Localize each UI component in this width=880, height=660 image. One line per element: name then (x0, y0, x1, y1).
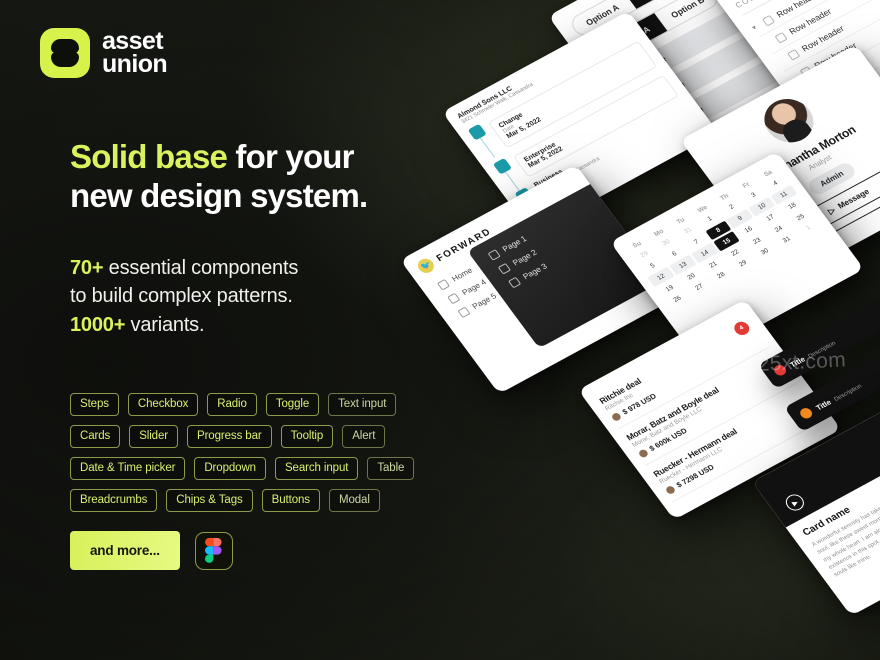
page-icon (507, 276, 522, 289)
chip-radio[interactable]: Radio (207, 393, 257, 416)
warning-icon (797, 405, 814, 420)
chip-row: Date & Time picker Dropdown Search input Ta… (70, 457, 415, 480)
chip-search-input[interactable]: Search input (274, 457, 359, 480)
stat-components: 70+ (70, 257, 104, 279)
timeline-node-icon (492, 157, 513, 175)
page-title: Solid base for your new design system. (70, 138, 430, 216)
toast-description: Description (833, 383, 864, 403)
error-icon (771, 362, 788, 377)
page-icon (447, 292, 461, 305)
avatar (637, 447, 650, 459)
stat-variants: 1000+ (70, 313, 126, 336)
chip-alert[interactable]: Alert (342, 425, 386, 448)
chip-row: Breadcrumbs Chips & Tags Buttons Modal (70, 489, 410, 512)
headline-rest: for your (227, 138, 354, 175)
chip-toggle[interactable]: Toggle (265, 393, 320, 416)
component-chip-list[interactable]: Steps Checkbox Radio Toggle Text input Cards S… (70, 393, 415, 521)
chip-breadcrumbs[interactable]: Breadcrumbs (70, 489, 158, 512)
chip-modal[interactable]: Modal (328, 489, 380, 512)
page-icon (457, 306, 471, 319)
sub-text-3: variants. (125, 313, 205, 336)
message-button-label: Message (836, 187, 872, 211)
asset-union-logo-icon (40, 28, 90, 78)
chip-row: Cards Slider Progress bar Tooltip Alert (70, 425, 410, 448)
figma-button[interactable] (194, 531, 233, 570)
chip-progress-bar[interactable]: Progress bar (187, 425, 272, 448)
chip-dropdown[interactable]: Dropdown (194, 457, 266, 480)
play-icon[interactable]: ▶ (782, 491, 808, 514)
chip-slider[interactable]: Slider (129, 425, 178, 448)
headline-accent: Solid base (70, 138, 228, 175)
chevron-down-icon[interactable]: ▾ (750, 22, 761, 32)
page-icon (487, 249, 501, 261)
sub-text-2: to build complex patterns. (70, 285, 293, 308)
figma-logo-icon (205, 538, 222, 563)
row-checkbox[interactable] (761, 14, 775, 27)
hero-panel: asset union Solid base for your new desi… (0, 0, 440, 660)
sub-text-1: essential components (103, 257, 299, 279)
chip-steps[interactable]: Steps (70, 393, 119, 416)
toast-title: Title (788, 354, 807, 370)
chip-chips-tags[interactable]: Chips & Tags (166, 489, 253, 512)
chip-cards[interactable]: Cards (70, 425, 121, 448)
row-checkbox[interactable] (786, 48, 801, 61)
avatar (610, 411, 623, 422)
chip-text-input[interactable]: Text input (328, 393, 397, 416)
toast-title: Title (814, 397, 833, 413)
cta-row: and more... (70, 531, 233, 570)
chip-table[interactable]: Table (367, 457, 415, 480)
headline-line2: new design system. (70, 176, 368, 214)
chip-checkbox[interactable]: Checkbox (127, 393, 199, 416)
row-checkbox[interactable] (774, 31, 788, 44)
avatar (664, 484, 677, 495)
chip-buttons[interactable]: Buttons (261, 489, 320, 512)
and-more-button[interactable]: and more... (70, 531, 180, 570)
chip-date-time-picker[interactable]: Date & Time picker (70, 457, 186, 480)
page-icon (497, 262, 512, 275)
toast-description: Description (807, 340, 838, 360)
timeline-node-icon (467, 123, 487, 141)
brand-logo[interactable]: asset union (40, 28, 168, 78)
chip-row: Steps Checkbox Radio Toggle Text input (70, 393, 410, 416)
hero-subtitle: 70+ essential components to build comple… (70, 254, 410, 339)
send-icon: ▷ (826, 205, 838, 216)
avatar (754, 91, 823, 151)
mockup-collage: Option A Option B Option A Option B Step… (380, 0, 880, 660)
brand-name-line2: union (102, 50, 168, 78)
chip-tooltip[interactable]: Tooltip (280, 425, 334, 448)
